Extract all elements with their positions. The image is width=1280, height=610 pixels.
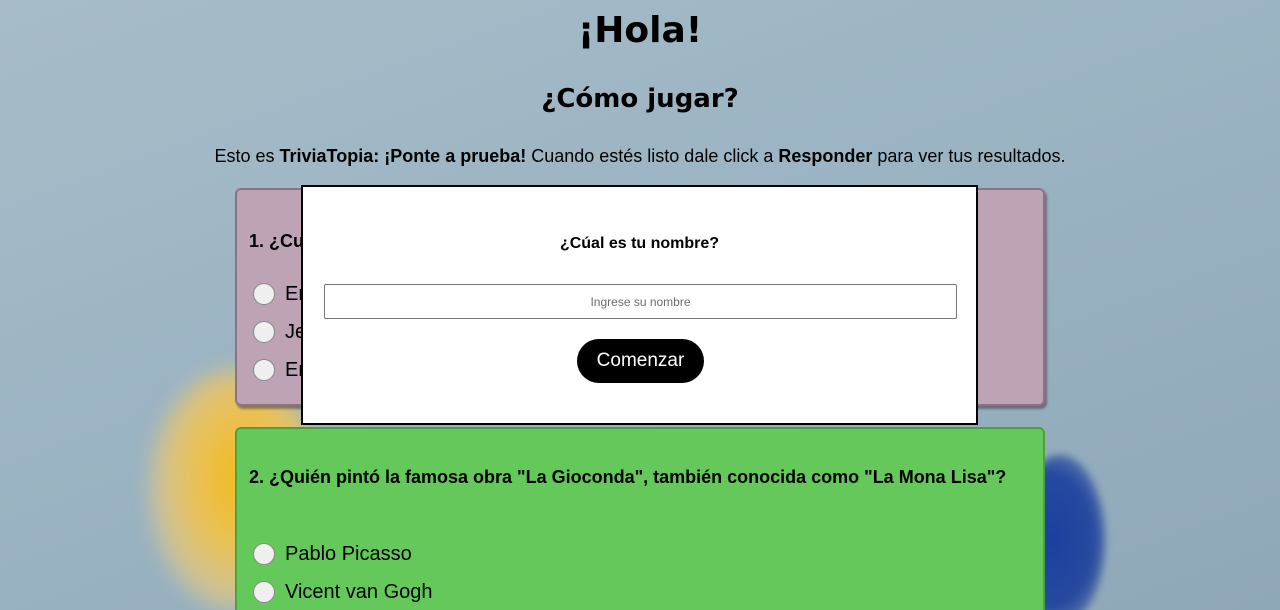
question-title: 2. ¿Quién pintó la famosa obra "La Gioco… <box>249 467 1007 487</box>
name-input[interactable] <box>324 284 957 319</box>
answer-option[interactable]: Er <box>253 281 305 307</box>
answer-option[interactable]: Pablo Picasso <box>253 541 412 567</box>
question-card-2: 2. ¿Quién pintó la famosa obra "La Gioco… <box>235 427 1045 610</box>
intro-brand: TriviaTopia: ¡Ponte a prueba! <box>279 146 527 166</box>
intro-part-2: Cuando estés listo dale click a <box>526 146 779 166</box>
answer-option[interactable]: Er <box>253 357 305 383</box>
radio-button[interactable] <box>253 581 275 603</box>
answer-option[interactable]: Je <box>253 319 306 345</box>
answer-option-label: Pablo Picasso <box>285 542 412 565</box>
radio-button[interactable] <box>253 321 275 343</box>
radio-button[interactable] <box>253 359 275 381</box>
radio-button[interactable] <box>253 543 275 565</box>
intro-part-3: para ver tus resultados. <box>872 146 1066 166</box>
question-title: 1. ¿Cu <box>249 231 305 251</box>
answer-option-label: Vicent van Gogh <box>285 580 433 603</box>
answer-option[interactable]: Vicent van Gogh <box>253 579 433 605</box>
page-title: ¡Hola! <box>577 10 703 51</box>
intro-action: Responder <box>778 146 873 166</box>
name-modal: ¿Cúal es tu nombre? Comenzar <box>301 185 978 425</box>
intro-text: Esto es TriviaTopia: ¡Ponte a prueba! Cu… <box>0 146 1280 167</box>
intro-part-1: Esto es <box>214 146 280 166</box>
start-button[interactable]: Comenzar <box>577 339 704 383</box>
how-to-play-heading: ¿Cómo jugar? <box>541 84 739 114</box>
radio-button[interactable] <box>253 283 275 305</box>
modal-title: ¿Cúal es tu nombre? <box>559 235 720 252</box>
